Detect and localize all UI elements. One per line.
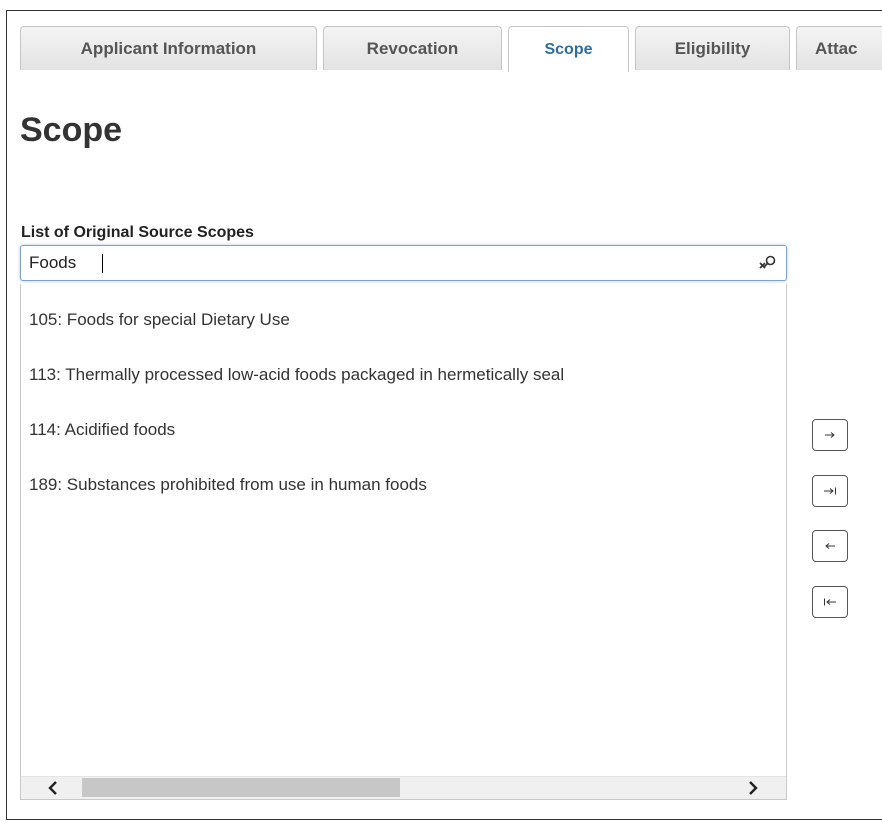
tab-label: Revocation <box>366 38 459 58</box>
move-all-left-icon <box>824 598 836 606</box>
list-item[interactable]: 114: Acidified foods <box>29 416 786 444</box>
chevron-left-icon <box>48 781 57 795</box>
tab-label: Applicant Information <box>80 38 257 58</box>
source-scopes-label: List of Original Source Scopes <box>21 224 254 241</box>
move-all-left-button[interactable] <box>812 586 848 618</box>
scope-search-input[interactable] <box>21 246 749 280</box>
list-item[interactable]: 105: Foods for special Dietary Use <box>29 306 786 334</box>
move-left-button[interactable] <box>812 530 848 562</box>
tab-label: Attac <box>815 38 858 58</box>
scroll-left-button[interactable] <box>33 777 73 799</box>
tab-eligibility[interactable]: Eligibility <box>635 26 790 70</box>
move-all-right-icon <box>824 487 836 495</box>
move-right-button[interactable] <box>812 419 848 451</box>
list-item[interactable]: 113: Thermally processed low-acid foods … <box>29 361 786 389</box>
text-caret <box>102 254 103 273</box>
tab-attachments[interactable]: Attac <box>796 26 882 70</box>
tab-bar: Applicant Information Revocation Scope E… <box>20 26 882 72</box>
move-left-icon <box>825 543 835 549</box>
chevron-right-icon <box>749 781 758 795</box>
clear-search-icon[interactable] <box>758 253 778 273</box>
list-item[interactable]: 189: Substances prohibited from use in h… <box>29 471 786 499</box>
move-right-icon <box>825 432 835 438</box>
tab-label: Eligibility <box>674 38 751 58</box>
tab-scope[interactable]: Scope <box>508 26 629 72</box>
tab-revocation[interactable]: Revocation <box>323 26 502 70</box>
scrollbar-thumb[interactable] <box>82 778 400 797</box>
move-all-right-button[interactable] <box>812 475 848 507</box>
scroll-right-button[interactable] <box>733 777 773 799</box>
scope-search-box <box>20 245 787 281</box>
tab-applicant-information[interactable]: Applicant Information <box>20 26 317 70</box>
scope-results-list[interactable]: 105: Foods for special Dietary Use 113: … <box>20 284 787 800</box>
page-title: Scope <box>20 111 123 149</box>
horizontal-scrollbar[interactable] <box>21 776 786 799</box>
tab-label: Scope <box>544 40 593 58</box>
